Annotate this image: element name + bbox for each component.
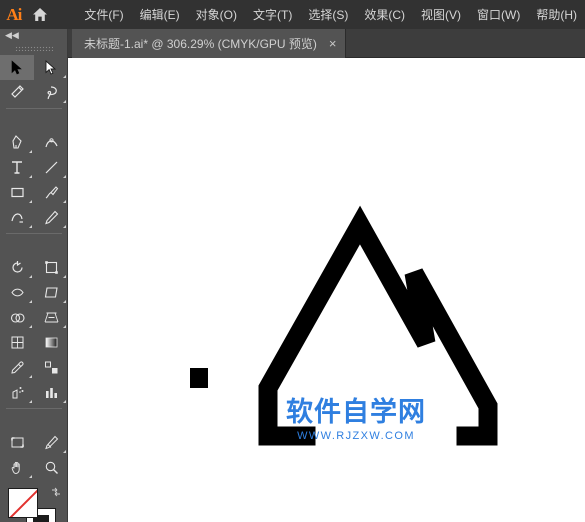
menu-item-window[interactable]: 窗口(W) <box>469 2 528 27</box>
app-logo: Ai <box>6 4 22 24</box>
canvas-area[interactable]: 软件自学网 WWW.RJZXW.COM <box>68 58 585 522</box>
menu-item-help[interactable]: 帮助(H) <box>528 2 585 27</box>
menu-bar: Ai 文件(F) 编辑(E) 对象(O) 文字(T) 选择(S) 效果(C) 视… <box>0 0 585 29</box>
collapse-panel-button[interactable]: ◀◀ <box>0 29 67 43</box>
gradient-tool[interactable] <box>34 330 68 355</box>
column-graph-tool[interactable] <box>34 380 68 405</box>
type-tool[interactable] <box>0 155 34 180</box>
menu-item-select[interactable]: 选择(S) <box>300 2 356 27</box>
shape-builder-tool[interactable] <box>0 305 34 330</box>
fill-color-swatch[interactable] <box>8 488 38 518</box>
tools-panel: ◀◀ <box>0 29 68 522</box>
panel-drag-handle[interactable] <box>0 43 67 53</box>
illustrator-window: Ai 文件(F) 编辑(E) 对象(O) 文字(T) 选择(S) 效果(C) 视… <box>0 0 585 522</box>
color-swatch-area <box>0 484 67 522</box>
pen-tool[interactable] <box>0 130 34 155</box>
pencil-tool[interactable] <box>34 205 68 230</box>
lasso-tool[interactable] <box>34 80 68 105</box>
magic-wand-tool[interactable] <box>0 80 34 105</box>
rectangle-tool[interactable] <box>0 180 34 205</box>
symbol-sprayer-tool[interactable] <box>0 380 34 405</box>
blend-tool[interactable] <box>34 355 68 380</box>
artwork-final <box>68 58 585 522</box>
width-tool[interactable] <box>0 280 34 305</box>
close-icon[interactable]: × <box>329 37 337 50</box>
menu-item-type[interactable]: 文字(T) <box>245 2 300 27</box>
free-transform-tool[interactable] <box>34 280 68 305</box>
menu-item-object[interactable]: 对象(O) <box>188 2 245 27</box>
zoom-tool[interactable] <box>34 455 68 480</box>
direct-selection-tool[interactable] <box>34 55 68 80</box>
document-tab[interactable]: 未标题-1.ai* @ 306.29% (CMYK/GPU 预览) × <box>72 29 346 58</box>
eyedropper-tool[interactable] <box>0 355 34 380</box>
menu-items: 文件(F) 编辑(E) 对象(O) 文字(T) 选择(S) 效果(C) 视图(V… <box>76 2 585 27</box>
document-tab-label: 未标题-1.ai* @ 306.29% (CMYK/GPU 预览) <box>84 37 317 51</box>
curvature-tool[interactable] <box>34 130 68 155</box>
scale-tool[interactable] <box>34 255 68 280</box>
line-segment-tool[interactable] <box>34 155 68 180</box>
menu-item-view[interactable]: 视图(V) <box>413 2 469 27</box>
artboard-tool[interactable] <box>0 430 34 455</box>
mesh-tool[interactable] <box>0 330 34 355</box>
selection-tool[interactable] <box>0 55 34 80</box>
menu-item-file[interactable]: 文件(F) <box>76 2 131 27</box>
shaper-tool[interactable] <box>0 205 34 230</box>
document-tab-bar: 未标题-1.ai* @ 306.29% (CMYK/GPU 预览) × <box>0 29 585 58</box>
menu-item-effect[interactable]: 效果(C) <box>356 2 413 27</box>
rotate-tool[interactable] <box>0 255 34 280</box>
menu-item-edit[interactable]: 编辑(E) <box>132 2 188 27</box>
perspective-grid-tool[interactable] <box>34 305 68 330</box>
hand-tool[interactable] <box>0 455 34 480</box>
home-icon[interactable] <box>28 0 53 29</box>
slice-tool[interactable] <box>34 430 68 455</box>
tool-grid <box>0 55 67 480</box>
swap-fill-stroke-icon[interactable] <box>51 484 61 497</box>
paintbrush-tool[interactable] <box>34 180 68 205</box>
